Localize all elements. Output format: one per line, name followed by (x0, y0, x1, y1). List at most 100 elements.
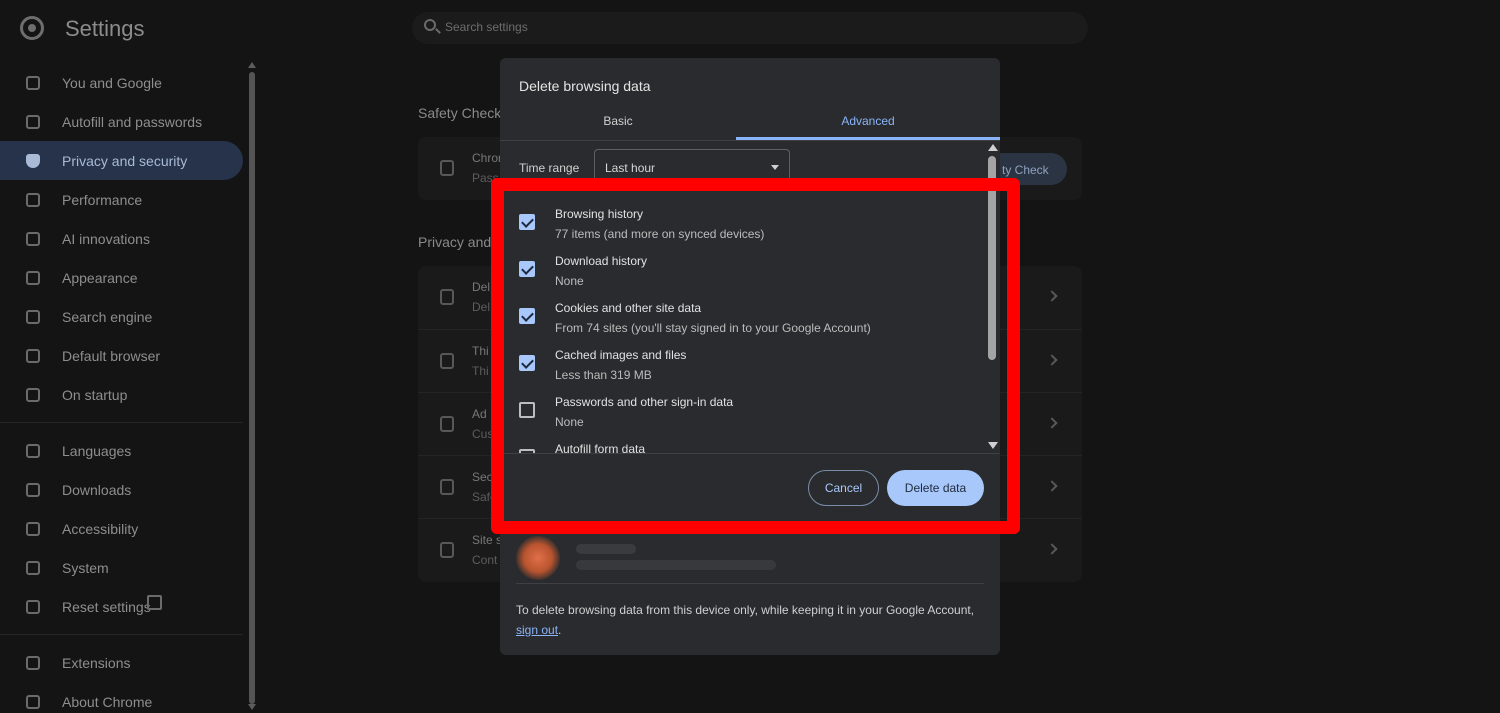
list-item-cookies[interactable]: Cookies and other site data From 74 site… (500, 289, 986, 336)
puzzle-icon (26, 656, 40, 670)
item-title: Autofill form data (555, 442, 646, 453)
sidebar-item-label: Appearance (62, 270, 138, 286)
list-item-autofill[interactable]: Autofill form data (500, 430, 986, 453)
scrollbar-thumb[interactable] (249, 72, 255, 704)
row-subtitle: Safe (472, 490, 497, 504)
sidebar-item-label: Performance (62, 192, 143, 208)
row-title: Sec (472, 470, 493, 484)
sidebar-item-on-startup[interactable]: On startup (0, 375, 243, 414)
sidebar-item-search-engine[interactable]: Search engine (0, 297, 243, 336)
chevron-right-icon (1046, 417, 1058, 429)
sidebar-item-privacy[interactable]: Privacy and security (0, 141, 243, 180)
row-title: Site s (472, 533, 503, 547)
chevron-right-icon (1046, 543, 1058, 555)
row-title: Thi (472, 344, 489, 358)
cookie-icon (440, 353, 454, 369)
chevron-right-icon (1046, 290, 1058, 302)
sidebar-item-autofill[interactable]: Autofill and passwords (0, 102, 243, 141)
sidebar-item-downloads[interactable]: Downloads (0, 470, 243, 509)
dialog-title: Delete browsing data (519, 78, 651, 94)
item-subtitle: None (555, 415, 584, 429)
safety-check-title: Safety Check (418, 105, 502, 121)
cancel-button[interactable]: Cancel (808, 470, 879, 506)
sidebar-item-reset-settings[interactable]: Reset settings (0, 587, 243, 626)
time-range-select[interactable]: Last hour (594, 149, 790, 185)
google-icon (26, 76, 40, 90)
sparkle-icon (26, 232, 40, 246)
scroll-down-arrow-icon[interactable] (248, 704, 256, 710)
item-title: Download history (555, 254, 648, 268)
caret-down-icon (771, 165, 779, 170)
sidebar-item-label: Default browser (62, 348, 161, 364)
account-divider (516, 583, 984, 584)
sign-out-link[interactable]: sign out (516, 623, 558, 637)
sidebar-item-ai-innovations[interactable]: AI innovations (0, 219, 243, 258)
sidebar-item-label: Privacy and security (62, 153, 188, 169)
palette-icon (26, 271, 40, 285)
sidebar-item-label: On startup (62, 387, 128, 403)
sidebar-item-label: Extensions (62, 655, 131, 671)
sidebar-item-system[interactable]: System (0, 548, 243, 587)
checkbox-unchecked[interactable] (519, 402, 535, 418)
checkbox-checked[interactable] (519, 308, 535, 324)
sidebar-divider (0, 634, 243, 635)
item-subtitle: Less than 319 MB (555, 368, 652, 382)
item-title: Cookies and other site data (555, 301, 702, 315)
row-subtitle: Thi (472, 364, 489, 378)
item-subtitle: 77 items (and more on synced devices) (555, 227, 765, 241)
sidebar-item-default-browser[interactable]: Default browser (0, 336, 243, 375)
sidebar-item-appearance[interactable]: Appearance (0, 258, 243, 297)
open-in-new-icon (147, 595, 162, 610)
scroll-up-arrow-icon[interactable] (988, 144, 998, 151)
chrome-icon (26, 695, 40, 709)
scroll-up-arrow-icon[interactable] (248, 62, 256, 68)
delete-browsing-data-dialog: Delete browsing data Basic Advanced Time… (500, 58, 1000, 655)
search-input[interactable]: Search settings (445, 20, 528, 34)
blurred-name (576, 544, 636, 554)
scroll-down-arrow-icon[interactable] (988, 442, 998, 449)
footer-note: To delete browsing data from this device… (516, 600, 976, 640)
row-subtitle: Cus (472, 427, 494, 441)
sidebar-item-label: AI innovations (62, 231, 150, 247)
sliders-icon (440, 542, 454, 558)
list-item-browsing-history[interactable]: Browsing history 77 items (and more on s… (500, 195, 986, 242)
item-title: Browsing history (555, 207, 644, 221)
wrench-icon (26, 561, 40, 575)
sidebar-scrollbar[interactable] (248, 62, 256, 713)
time-range-label: Time range (519, 161, 580, 175)
header: Settings Search settings (0, 0, 1500, 58)
list-item-cached-images[interactable]: Cached images and files Less than 319 MB (500, 336, 986, 383)
sidebar-item-label: Downloads (62, 482, 132, 498)
checkbox-checked[interactable] (519, 214, 535, 230)
download-icon (26, 483, 40, 497)
list-item-download-history[interactable]: Download history None (500, 242, 986, 289)
tab-basic[interactable]: Basic (500, 114, 736, 142)
ad-privacy-icon (440, 416, 454, 432)
sidebar-item-languages[interactable]: Languages (0, 431, 243, 470)
avatar (516, 536, 560, 580)
delete-data-button[interactable]: Delete data (887, 470, 984, 506)
list-item-passwords[interactable]: Passwords and other sign-in data None (500, 383, 986, 430)
key-icon (26, 115, 40, 129)
sidebar-item-extensions[interactable]: Extensions (0, 643, 243, 682)
sidebar-item-accessibility[interactable]: Accessibility (0, 509, 243, 548)
sidebar-item-performance[interactable]: Performance (0, 180, 243, 219)
chrome-logo-icon (20, 16, 44, 40)
checkbox-checked[interactable] (519, 261, 535, 277)
footer-note-text: To delete browsing data from this device… (516, 603, 975, 617)
browser-window-icon (26, 349, 40, 363)
sidebar-item-you-and-google[interactable]: You and Google (0, 63, 243, 102)
sidebar-item-about-chrome[interactable]: About Chrome (0, 682, 243, 713)
power-icon (26, 388, 40, 402)
time-range-value: Last hour (605, 161, 656, 175)
lock-icon (440, 479, 454, 495)
row-subtitle: Del (472, 300, 491, 314)
search-icon (424, 19, 436, 31)
item-title: Passwords and other sign-in data (555, 395, 734, 409)
scrollbar-thumb[interactable] (988, 156, 996, 360)
item-subtitle: None (555, 274, 584, 288)
privacy-section-title: Privacy and (418, 234, 492, 250)
sidebar-item-label: Accessibility (62, 521, 139, 537)
translate-icon (26, 444, 40, 458)
checkbox-checked[interactable] (519, 355, 535, 371)
